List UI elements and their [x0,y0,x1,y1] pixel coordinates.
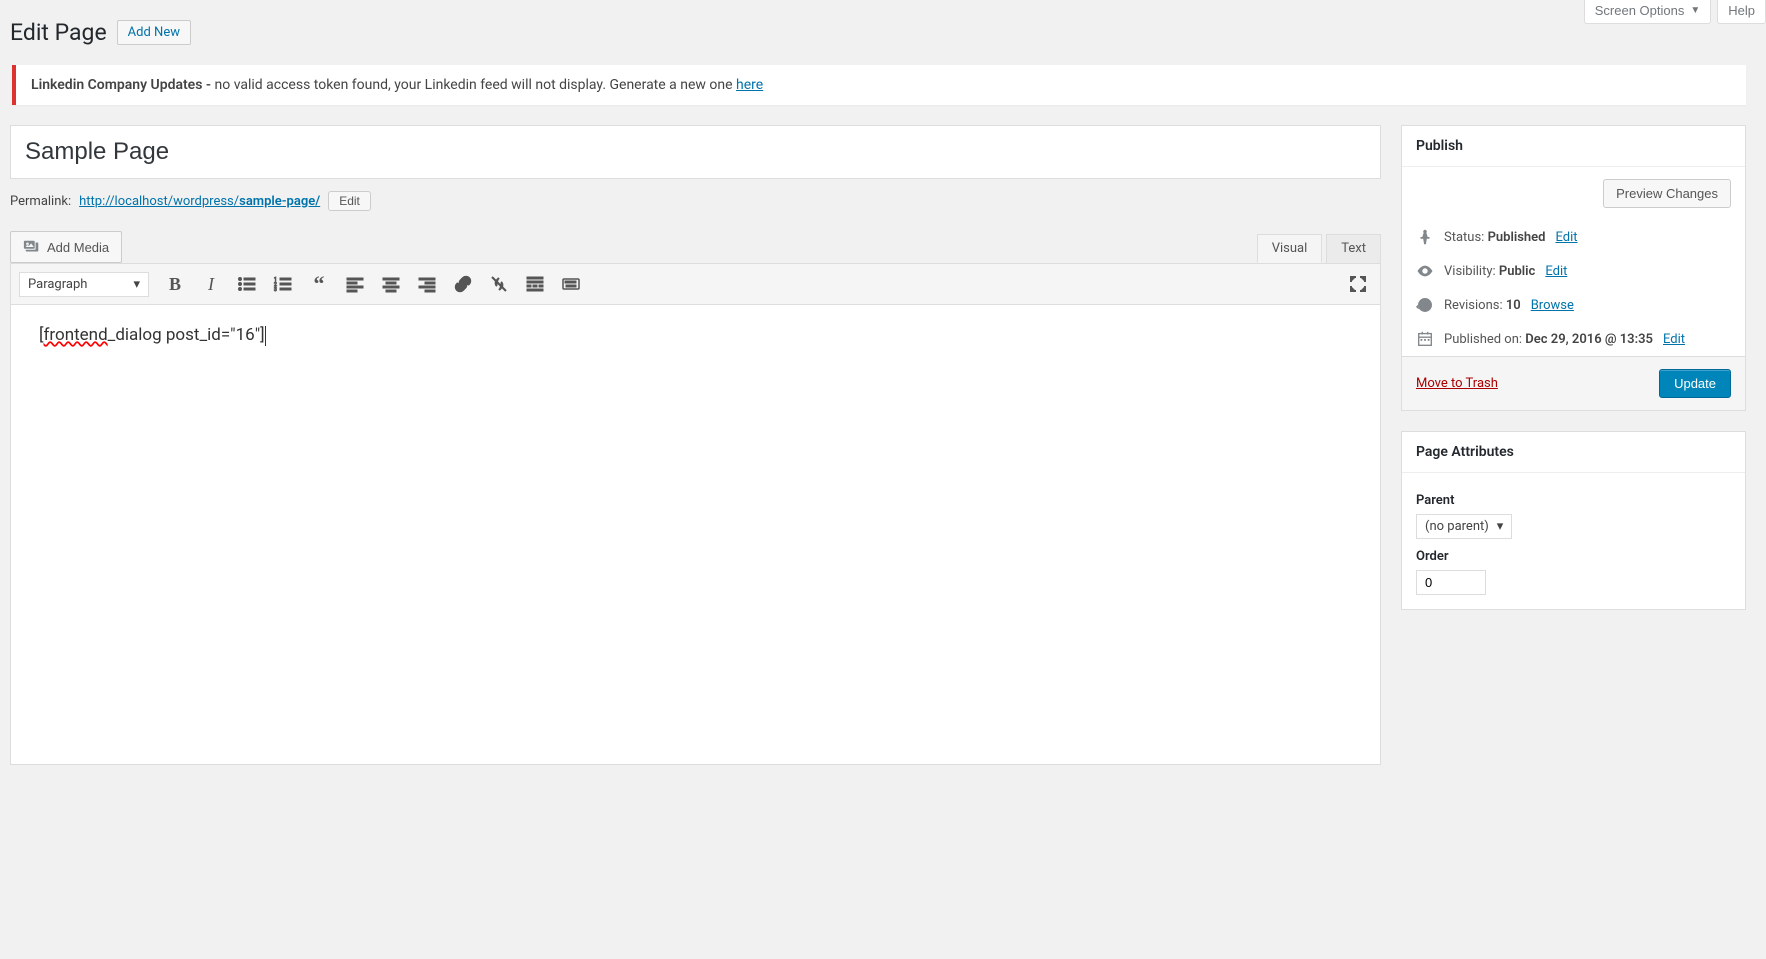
link-button[interactable] [449,270,477,298]
page-attributes-heading: Page Attributes [1402,432,1745,473]
numbered-list-button[interactable]: 123 [269,270,297,298]
add-media-button[interactable]: Add Media [10,231,122,263]
notice-bold: Linkedin Company Updates - [31,77,211,93]
toolbar-toggle-button[interactable] [557,270,585,298]
chevron-down-icon: ▾ [1497,519,1504,534]
notice-text: no valid access token found, your Linked… [211,77,736,93]
read-more-button[interactable] [521,270,549,298]
bullet-list-icon [237,274,257,294]
help-button[interactable]: Help [1717,0,1766,24]
screen-options-button[interactable]: Screen Options ▼ [1584,0,1712,24]
bold-button[interactable]: B [161,270,189,298]
svg-text:3: 3 [274,287,277,293]
editor-toolbar: Paragraph ▾ B I 123 “ [10,263,1381,305]
numbered-list-icon: 123 [273,274,293,294]
tab-visual[interactable]: Visual [1257,234,1323,263]
align-left-icon [345,274,365,294]
update-button[interactable]: Update [1659,369,1731,398]
parent-select[interactable]: (no parent) ▾ [1416,514,1512,539]
notice-link[interactable]: here [736,77,763,93]
align-left-button[interactable] [341,270,369,298]
move-to-trash-link[interactable]: Move to Trash [1416,376,1498,391]
editor-content-area[interactable]: [frontend_dialog post_id="16"] [10,305,1381,765]
media-icon [23,238,41,256]
edit-visibility-link[interactable]: Edit [1545,264,1567,279]
post-title-input[interactable] [10,125,1381,179]
add-media-label: Add Media [47,240,109,255]
edit-permalink-button[interactable]: Edit [328,191,371,211]
align-center-icon [381,274,401,294]
tab-text[interactable]: Text [1326,234,1381,263]
bullet-list-button[interactable] [233,270,261,298]
permalink-label: Permalink: [10,194,71,209]
format-select[interactable]: Paragraph ▾ [19,272,149,297]
calendar-icon [1416,330,1434,348]
error-notice: Linkedin Company Updates - no valid acce… [12,65,1746,105]
chevron-down-icon: ▼ [1690,5,1700,16]
page-title: Edit Page [10,10,107,50]
edit-status-link[interactable]: Edit [1555,230,1577,245]
text-cursor [265,326,266,346]
preview-changes-button[interactable]: Preview Changes [1603,179,1731,208]
keyboard-icon [561,274,581,294]
read-more-icon [525,274,545,294]
publish-heading: Publish [1402,126,1745,167]
permalink-link[interactable]: http://localhost/wordpress/sample-page/ [79,194,320,209]
publish-box: Publish Preview Changes Status: Publishe… [1401,125,1746,411]
screen-options-label: Screen Options [1595,3,1685,18]
blockquote-button[interactable]: “ [305,270,333,298]
chevron-down-icon: ▾ [133,277,140,292]
pin-icon [1416,228,1434,246]
revisions-icon [1416,296,1434,314]
unlink-icon [489,274,509,294]
italic-button[interactable]: I [197,270,225,298]
order-label: Order [1416,549,1731,564]
align-right-button[interactable] [413,270,441,298]
page-attributes-box: Page Attributes Parent (no parent) ▾ Ord… [1401,431,1746,610]
align-right-icon [417,274,437,294]
parent-label: Parent [1416,493,1731,508]
help-label: Help [1728,3,1755,18]
edit-published-link[interactable]: Edit [1663,332,1685,347]
align-center-button[interactable] [377,270,405,298]
link-icon [453,274,473,294]
unlink-button[interactable] [485,270,513,298]
fullscreen-button[interactable] [1344,270,1372,298]
add-new-button[interactable]: Add New [117,20,191,45]
eye-icon [1416,262,1434,280]
browse-revisions-link[interactable]: Browse [1531,298,1574,313]
order-input[interactable] [1416,570,1486,595]
fullscreen-icon [1348,274,1368,294]
